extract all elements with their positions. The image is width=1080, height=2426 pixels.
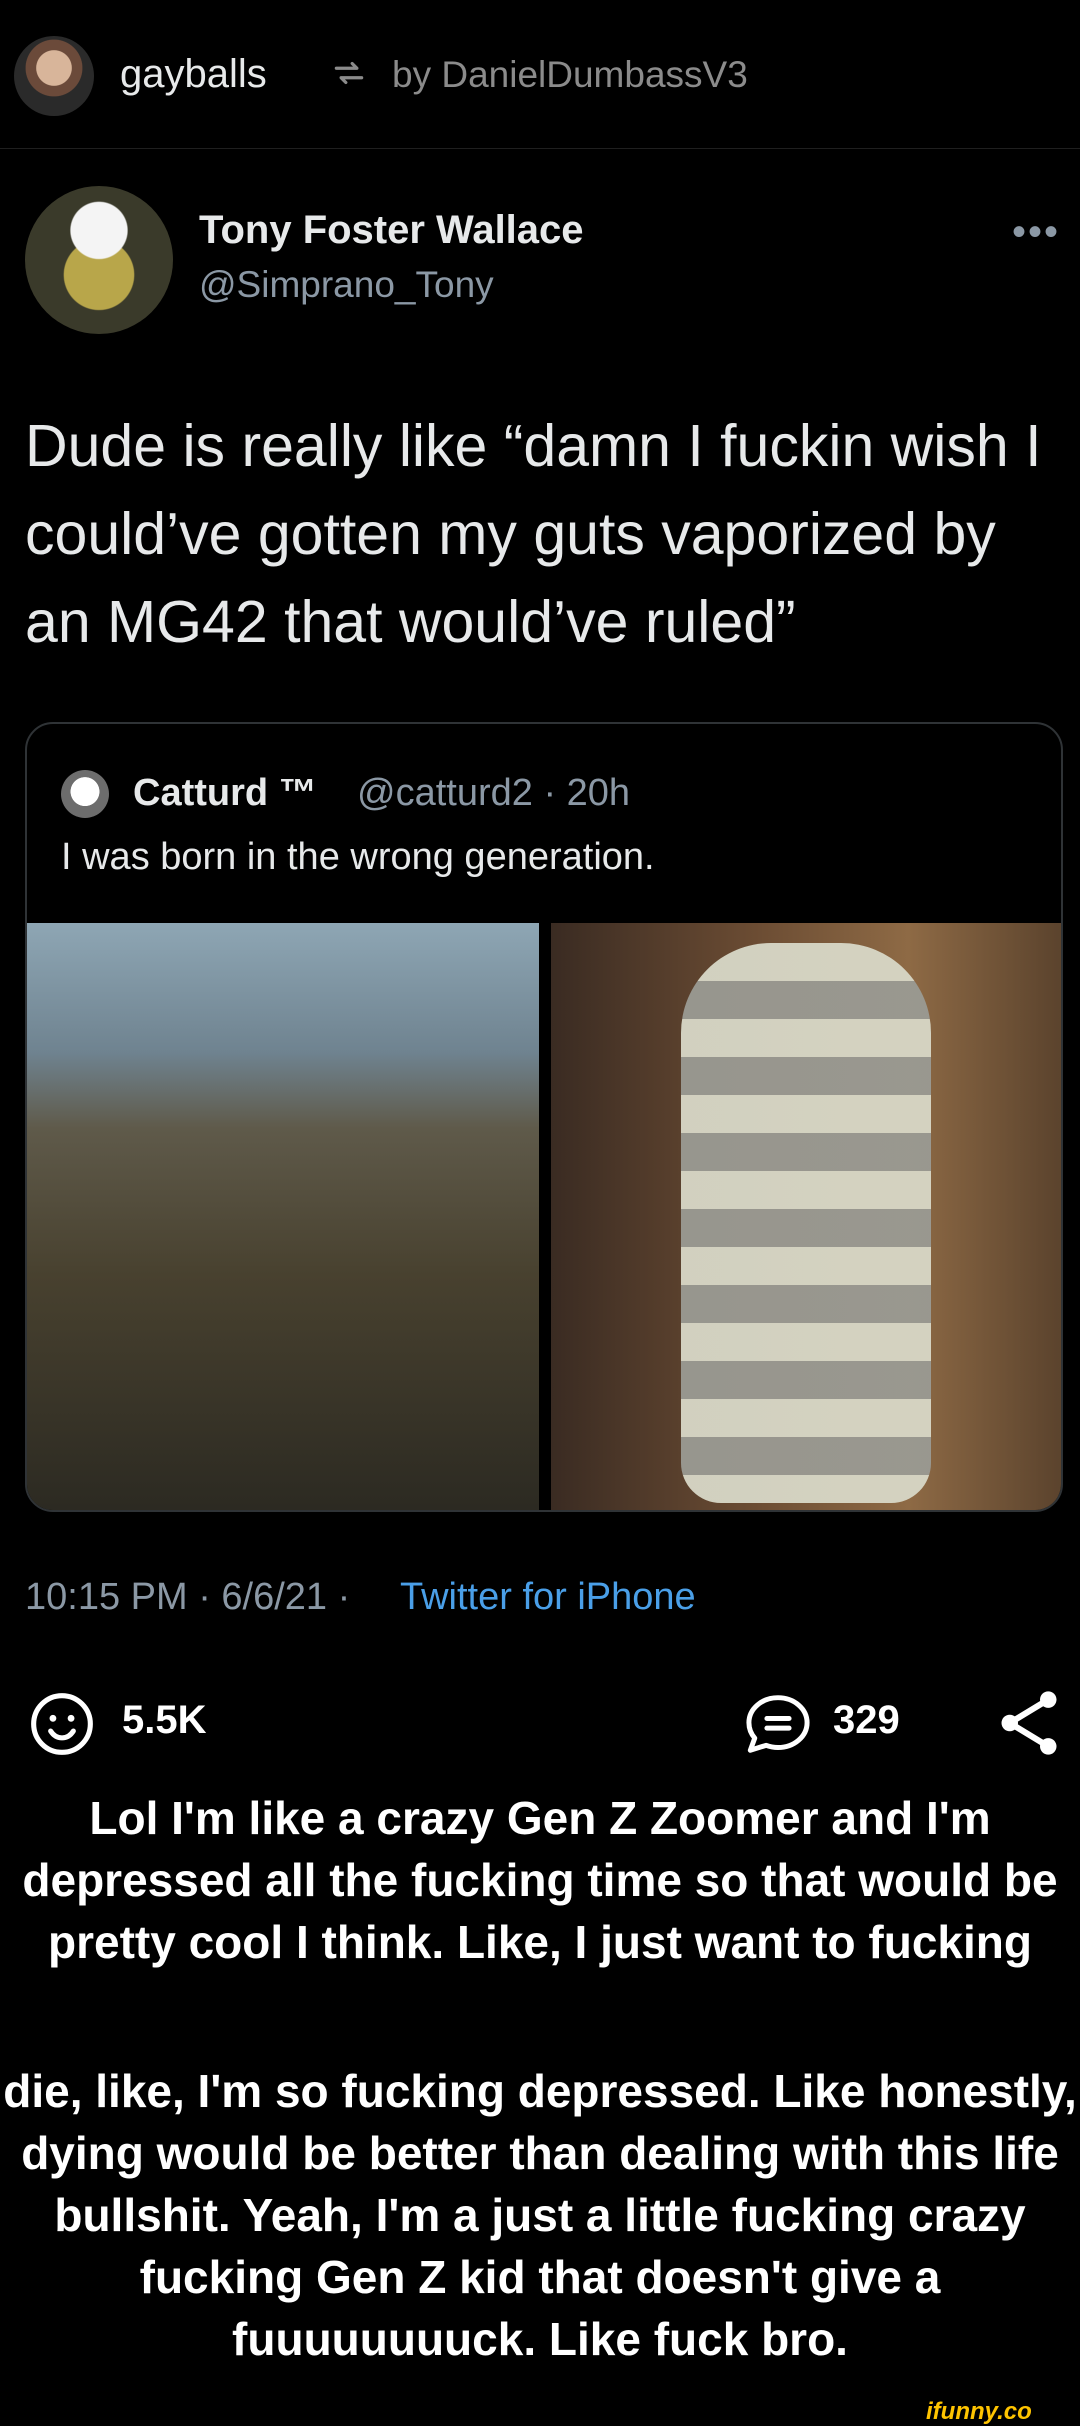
caption-paragraph-1: Lol I'm like a crazy Gen Z Zoomer and I'… — [22, 1792, 1058, 1968]
comment-icon[interactable] — [742, 1690, 814, 1758]
ifunny-watermark: ifunny.co — [926, 2398, 1032, 2425]
tweet-timestamp: 10:15 PM · 6/6/21 · — [25, 1576, 351, 1618]
more-options-icon: ••• — [1012, 210, 1061, 254]
tweet-author-handle: @Simprano_Tony — [199, 264, 494, 305]
fashion-figure — [681, 943, 931, 1503]
quoted-tweet-text: I was born in the wrong generation. — [61, 836, 655, 878]
quoted-tweet: Catturd ™ @catturd2 · 20h I was born in … — [25, 722, 1063, 1512]
original-author[interactable]: by DanielDumbassV3 — [392, 54, 748, 96]
comment-count: 329 — [833, 1698, 900, 1742]
tweet-author-avatar — [25, 186, 173, 334]
quoted-image-fashion — [551, 923, 1061, 1510]
caption-paragraph-2: die, like, I'm so fucking depressed. Lik… — [3, 2065, 1077, 2365]
post-header: gayballs by DanielDumbassV3 — [0, 0, 1080, 149]
repost-icon — [334, 61, 364, 85]
smile-icon[interactable] — [28, 1690, 96, 1758]
tweet-author-name: Tony Foster Wallace — [199, 208, 584, 252]
quoted-author-meta: @catturd2 · 20h — [357, 772, 631, 814]
poster-username[interactable]: gayballs — [120, 52, 267, 97]
tweet-text: Dude is really like “damn I fuckin wish … — [25, 413, 1042, 655]
reaction-count: 5.5K — [122, 1698, 207, 1742]
quoted-author-avatar — [61, 770, 109, 818]
share-icon[interactable] — [996, 1686, 1062, 1760]
quoted-author-name: Catturd ™ — [133, 772, 317, 814]
tweet-source: Twitter for iPhone — [400, 1576, 696, 1618]
poster-avatar[interactable] — [14, 36, 94, 116]
quoted-image-soldiers — [27, 923, 539, 1510]
